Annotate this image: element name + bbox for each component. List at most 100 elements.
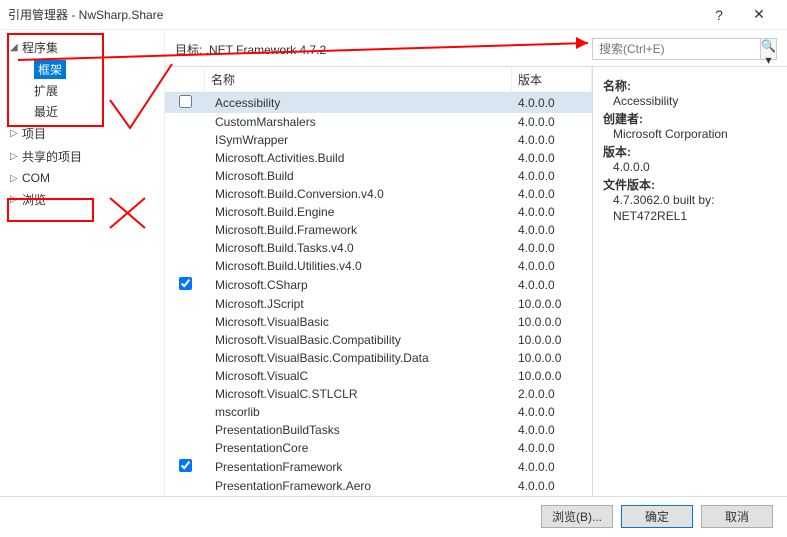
assembly-version: 4.0.0.0 xyxy=(512,186,592,202)
assembly-checkbox-cell xyxy=(165,458,205,476)
assembly-name: PresentationFramework.Aero xyxy=(205,478,512,494)
assembly-name: mscorlib xyxy=(205,404,512,420)
detail-creator: Microsoft Corporation xyxy=(603,127,777,141)
nav-com[interactable]: ▷COM xyxy=(0,168,164,188)
assembly-checkbox[interactable] xyxy=(179,459,192,472)
assembly-name: Microsoft.VisualBasic.Compatibility xyxy=(205,332,512,348)
assembly-checkbox[interactable] xyxy=(179,95,192,108)
expand-icon: ◢ xyxy=(10,42,22,53)
assembly-checkbox-cell xyxy=(165,339,205,341)
assembly-checkbox-cell xyxy=(165,357,205,359)
assembly-name: Microsoft.Build.Framework xyxy=(205,222,512,238)
ok-button[interactable]: 确定 xyxy=(621,505,693,528)
nav-shared-projects[interactable]: ▷共享的项目 xyxy=(0,145,164,168)
browse-button[interactable]: 浏览(B)... xyxy=(541,505,613,528)
assembly-version: 2.0.0.0 xyxy=(512,386,592,402)
assembly-name: CustomMarshalers xyxy=(205,114,512,130)
assembly-checkbox-cell xyxy=(165,276,205,294)
assembly-row[interactable]: Microsoft.Build.Engine4.0.0.0 xyxy=(165,203,592,221)
nav-browse[interactable]: ▷浏览 xyxy=(0,188,164,211)
detail-version-label: 版本: xyxy=(603,143,777,160)
column-version[interactable]: 版本 xyxy=(512,67,592,92)
assembly-name: Accessibility xyxy=(205,95,512,111)
nav-assemblies[interactable]: ◢ 程序集 xyxy=(0,36,164,59)
cancel-button[interactable]: 取消 xyxy=(701,505,773,528)
assembly-version: 4.0.0.0 xyxy=(512,95,592,111)
assembly-row[interactable]: Microsoft.Build.Framework4.0.0.0 xyxy=(165,221,592,239)
assembly-row[interactable]: Microsoft.Build.Utilities.v4.04.0.0.0 xyxy=(165,257,592,275)
assembly-name: Microsoft.Build.Conversion.v4.0 xyxy=(205,186,512,202)
assembly-row[interactable]: PresentationBuildTasks4.0.0.0 xyxy=(165,421,592,439)
assembly-checkbox-cell xyxy=(165,175,205,177)
assembly-checkbox-cell xyxy=(165,429,205,431)
assembly-version: 4.0.0.0 xyxy=(512,132,592,148)
nav-recent[interactable]: 最近 xyxy=(0,101,164,122)
assembly-row[interactable]: PresentationCore4.0.0.0 xyxy=(165,439,592,457)
detail-creator-label: 创建者: xyxy=(603,110,777,127)
assembly-row[interactable]: Microsoft.Build.Conversion.v4.04.0.0.0 xyxy=(165,185,592,203)
assembly-version: 4.0.0.0 xyxy=(512,404,592,420)
nav-projects[interactable]: ▷项目 xyxy=(0,122,164,145)
assembly-row[interactable]: PresentationFramework.Aero24.0.0.0 xyxy=(165,495,592,496)
assembly-list[interactable]: 名称 版本 Accessibility4.0.0.0CustomMarshale… xyxy=(165,66,592,496)
assembly-checkbox-cell xyxy=(165,247,205,249)
assembly-row[interactable]: Accessibility4.0.0.0 xyxy=(165,93,592,113)
assembly-version: 4.0.0.0 xyxy=(512,277,592,293)
detail-fileversion-label: 文件版本: xyxy=(603,176,777,193)
assembly-row[interactable]: Microsoft.VisualC10.0.0.0 xyxy=(165,367,592,385)
nav-assemblies-label: 程序集 xyxy=(22,39,58,56)
assembly-version: 4.0.0.0 xyxy=(512,240,592,256)
assembly-row[interactable]: Microsoft.VisualBasic10.0.0.0 xyxy=(165,313,592,331)
assembly-version: 4.0.0.0 xyxy=(512,478,592,494)
assembly-name: Microsoft.Build.Tasks.v4.0 xyxy=(205,240,512,256)
assembly-name: Microsoft.VisualBasic xyxy=(205,314,512,330)
detail-fileversion-1: 4.7.3062.0 built by: xyxy=(603,193,777,207)
assembly-name: PresentationBuildTasks xyxy=(205,422,512,438)
assembly-version: 4.0.0.0 xyxy=(512,459,592,475)
search-button[interactable]: 🔍▾ xyxy=(760,39,776,59)
assembly-checkbox-cell xyxy=(165,393,205,395)
window-title: 引用管理器 - NwSharp.Share xyxy=(8,6,699,23)
assembly-checkbox-cell xyxy=(165,193,205,195)
assembly-row[interactable]: mscorlib4.0.0.0 xyxy=(165,403,592,421)
collapse-icon: ▷ xyxy=(10,194,22,205)
assembly-version: 4.0.0.0 xyxy=(512,114,592,130)
assembly-row[interactable]: ISymWrapper4.0.0.0 xyxy=(165,131,592,149)
target-framework-label: 目标: .NET Framework 4.7.2 xyxy=(175,41,584,58)
assembly-name: Microsoft.Build.Utilities.v4.0 xyxy=(205,258,512,274)
assembly-name: Microsoft.Activities.Build xyxy=(205,150,512,166)
assembly-checkbox-cell xyxy=(165,229,205,231)
nav-panel: ◢ 程序集 框架 扩展 最近 ▷项目 ▷共享的项目 ▷COM ▷浏览 xyxy=(0,30,165,496)
assembly-name: Microsoft.VisualBasic.Compatibility.Data xyxy=(205,350,512,366)
column-name[interactable]: 名称 xyxy=(205,67,512,92)
assembly-row[interactable]: Microsoft.Activities.Build4.0.0.0 xyxy=(165,149,592,167)
nav-framework[interactable]: 框架 xyxy=(34,60,66,79)
assembly-row[interactable]: Microsoft.VisualBasic.Compatibility.Data… xyxy=(165,349,592,367)
assembly-checkbox-cell xyxy=(165,411,205,413)
search-input[interactable] xyxy=(593,42,760,56)
close-button[interactable]: ✕ xyxy=(739,6,779,23)
help-button[interactable]: ? xyxy=(699,7,739,23)
assembly-name: Microsoft.VisualC xyxy=(205,368,512,384)
assembly-checkbox[interactable] xyxy=(179,277,192,290)
nav-extensions[interactable]: 扩展 xyxy=(0,80,164,101)
assembly-checkbox-cell xyxy=(165,303,205,305)
assembly-version: 10.0.0.0 xyxy=(512,332,592,348)
detail-version: 4.0.0.0 xyxy=(603,160,777,174)
assembly-row[interactable]: PresentationFramework4.0.0.0 xyxy=(165,457,592,477)
assembly-version: 4.0.0.0 xyxy=(512,168,592,184)
assembly-row[interactable]: Microsoft.CSharp4.0.0.0 xyxy=(165,275,592,295)
assembly-name: Microsoft.VisualC.STLCLR xyxy=(205,386,512,402)
assembly-row[interactable]: Microsoft.Build.Tasks.v4.04.0.0.0 xyxy=(165,239,592,257)
assembly-checkbox-cell xyxy=(165,375,205,377)
assembly-row[interactable]: CustomMarshalers4.0.0.0 xyxy=(165,113,592,131)
search-box[interactable]: 🔍▾ xyxy=(592,38,777,60)
assembly-row[interactable]: Microsoft.VisualBasic.Compatibility10.0.… xyxy=(165,331,592,349)
assembly-row[interactable]: Microsoft.Build4.0.0.0 xyxy=(165,167,592,185)
assembly-row[interactable]: Microsoft.VisualC.STLCLR2.0.0.0 xyxy=(165,385,592,403)
assembly-version: 4.0.0.0 xyxy=(512,258,592,274)
assembly-row[interactable]: PresentationFramework.Aero4.0.0.0 xyxy=(165,477,592,495)
assembly-row[interactable]: Microsoft.JScript10.0.0.0 xyxy=(165,295,592,313)
assembly-checkbox-cell xyxy=(165,121,205,123)
assembly-checkbox-cell xyxy=(165,485,205,487)
